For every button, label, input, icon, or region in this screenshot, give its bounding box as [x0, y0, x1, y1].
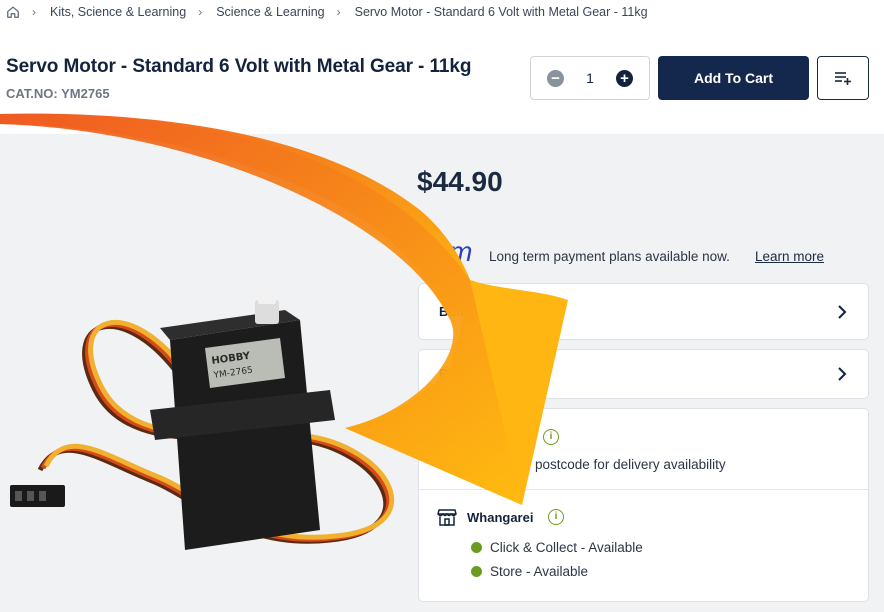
divider: [419, 489, 868, 490]
reviews-panel[interactable]: Reviews (2): [418, 349, 869, 399]
breadcrumb-item[interactable]: Kits, Science & Learning: [50, 5, 186, 19]
plus-icon[interactable]: +: [615, 69, 633, 87]
playlist-add-icon: [835, 72, 851, 85]
product-price: $44.90: [417, 166, 503, 197]
breadcrumb-current: Servo Motor - Standard 6 Volt with Metal…: [354, 5, 648, 19]
catalog-number: CAT.NO: YM2765: [6, 86, 110, 101]
delivery-label: Delivery: [467, 430, 518, 445]
chevron-right-icon: ›: [198, 5, 203, 19]
available-dot-icon: [471, 542, 482, 553]
minus-icon[interactable]: −: [547, 69, 564, 87]
learn-more-link[interactable]: Learn more: [755, 249, 824, 264]
click-collect-status: Click & Collect - Available: [471, 540, 643, 555]
breadcrumb: › Kits, Science & Learning › Science & L…: [6, 3, 648, 21]
add-to-list-button[interactable]: [817, 56, 869, 100]
chevron-right-icon: [838, 305, 847, 319]
store-status: Store - Available: [471, 564, 588, 579]
home-icon[interactable]: [6, 5, 20, 19]
product-title: Servo Motor - Standard 6 Volt with Metal…: [6, 56, 472, 77]
reviews-label: Reviews (2): [439, 366, 511, 381]
gem-logo: gem: [420, 236, 472, 267]
store-icon: [437, 509, 457, 526]
availability-panel: Delivery i Enter postcode for delivery a…: [418, 408, 869, 602]
bulk-pricing-label: Bulk Pricing: [439, 304, 515, 319]
quantity-value[interactable]: 1: [586, 70, 594, 86]
click-collect-text: Click & Collect - Available: [490, 540, 643, 555]
add-to-cart-button[interactable]: Add To Cart: [658, 56, 809, 100]
available-dot-icon: [471, 566, 482, 577]
product-image: HOBBY YM-2765: [10, 294, 395, 550]
info-icon[interactable]: i: [543, 429, 559, 445]
bulk-pricing-panel[interactable]: Bulk Pricing: [418, 283, 869, 340]
store-status-text: Store - Available: [490, 564, 589, 579]
store-name: Whangarei: [467, 510, 534, 525]
info-icon[interactable]: i: [548, 509, 564, 525]
breadcrumb-home[interactable]: [6, 5, 20, 19]
breadcrumb-item[interactable]: Science & Learning: [216, 5, 324, 19]
chevron-right-icon: [838, 367, 847, 381]
delivery-availability-text: Enter postcode for delivery availability: [499, 457, 726, 472]
payment-plan-text: Long term payment plans available now.: [489, 249, 730, 264]
quantity-stepper: − 1 +: [530, 56, 650, 100]
chevron-right-icon: ›: [32, 5, 36, 19]
chevron-right-icon: ›: [336, 5, 341, 19]
